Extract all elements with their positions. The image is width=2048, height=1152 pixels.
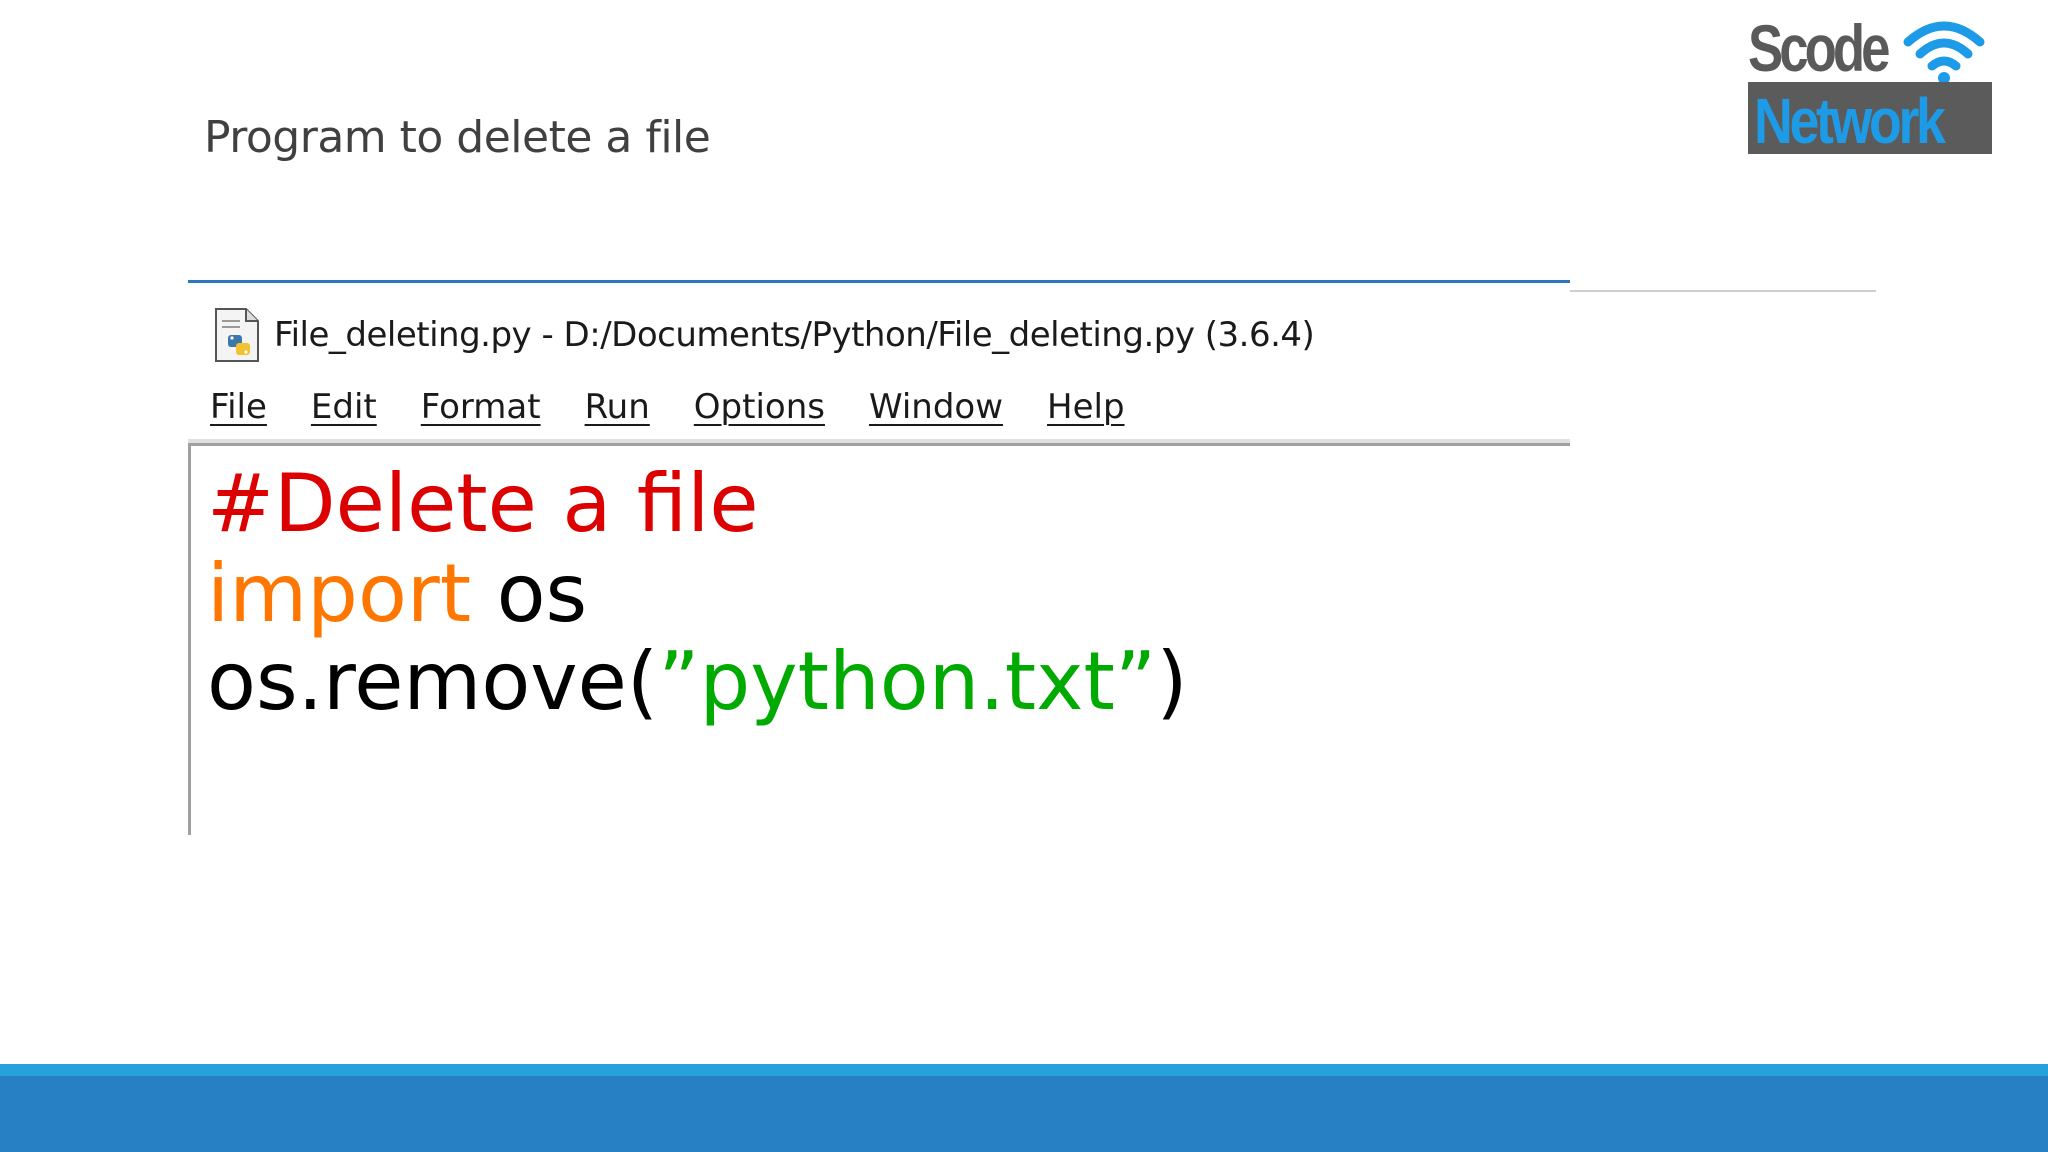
- footer-bar: [0, 1076, 2048, 1152]
- logo-scode-text: Scode: [1748, 11, 1890, 85]
- footer-accent-bar: [0, 1064, 2048, 1076]
- menu-options[interactable]: Options: [694, 387, 825, 427]
- code-string-literal: ”python.txt”: [658, 635, 1157, 728]
- code-editor[interactable]: #Delete a file import os os.remove(”pyth…: [188, 443, 1570, 835]
- title-rule-extension: [1570, 290, 1876, 292]
- logo-network-box: Network: [1748, 82, 1992, 154]
- idle-editor-window: File_deleting.py - D:/Documents/Python/F…: [188, 283, 1570, 835]
- code-line-1: #Delete a file: [207, 464, 759, 544]
- menu-run[interactable]: Run: [585, 387, 650, 427]
- code-line-2: import os: [207, 554, 587, 634]
- code-keyword-import: import: [207, 547, 472, 640]
- wifi-icon: [1903, 21, 1985, 84]
- python-file-icon: [215, 308, 259, 362]
- code-function-call: os.remove(: [207, 635, 659, 728]
- scode-network-logo: Scode Network: [1746, 10, 1996, 154]
- code-module-name: os: [471, 547, 588, 640]
- menu-format[interactable]: Format: [421, 387, 541, 427]
- window-titlebar[interactable]: File_deleting.py - D:/Documents/Python/F…: [210, 305, 1315, 365]
- menu-help[interactable]: Help: [1047, 387, 1125, 427]
- logo-network-text: Network: [1754, 85, 1946, 154]
- code-comment: #Delete a file: [207, 457, 759, 550]
- code-close-paren: ): [1156, 635, 1188, 728]
- slide-title: Program to delete a file: [204, 112, 711, 163]
- window-title: File_deleting.py - D:/Documents/Python/F…: [274, 315, 1315, 355]
- menu-window[interactable]: Window: [869, 387, 1003, 427]
- menu-edit[interactable]: Edit: [311, 387, 377, 427]
- menu-bar: File Edit Format Run Options Window Help: [210, 387, 1169, 427]
- code-line-3: os.remove(”python.txt”): [207, 642, 1188, 722]
- menu-file[interactable]: File: [210, 387, 267, 427]
